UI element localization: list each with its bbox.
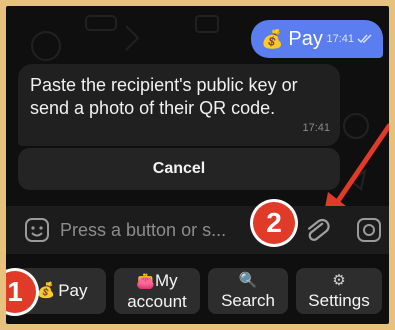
- cancel-button-label: Cancel: [152, 160, 206, 177]
- keyboard-button-my-account[interactable]: 👛My account: [114, 268, 200, 314]
- money-bag-icon: 💰: [36, 282, 56, 299]
- sticker-icon[interactable]: [24, 217, 50, 243]
- received-message: Paste the recipient's public key or send…: [18, 64, 340, 146]
- received-message-time: 17:41: [302, 122, 330, 134]
- keyboard-button-settings[interactable]: ⚙ Settings: [296, 268, 382, 314]
- sent-message-meta: 17:41: [326, 33, 373, 45]
- keyboard-button-settings-label: Settings: [308, 291, 370, 310]
- keyboard-button-my-account-line1: 👛My: [136, 270, 178, 290]
- camera-icon[interactable]: [356, 217, 382, 243]
- keyboard-button-search-label: Search: [221, 291, 275, 310]
- magnifier-icon: 🔍: [238, 272, 258, 289]
- paperclip-icon[interactable]: [304, 215, 330, 245]
- chat-window: 💰 Pay 17:41 Paste the recipient's public…: [6, 6, 389, 324]
- money-bag-icon: 💰: [261, 28, 284, 49]
- annotation-badge-2: 2: [253, 202, 295, 244]
- sent-message-time: 17:41: [326, 33, 354, 45]
- gear-icon: ⚙: [332, 272, 346, 289]
- sent-message-pay[interactable]: 💰 Pay 17:41: [251, 20, 383, 58]
- purse-icon: 👛: [136, 272, 155, 290]
- sent-message-text: Pay: [288, 27, 323, 50]
- cancel-button[interactable]: Cancel: [18, 148, 340, 190]
- message-input-bar: Press a button or s...: [6, 206, 389, 254]
- message-input[interactable]: Press a button or s...: [60, 220, 226, 241]
- keyboard-button-pay-label: Pay: [58, 281, 88, 300]
- received-message-text: Paste the recipient's public key or send…: [30, 75, 298, 118]
- double-check-icon: [357, 34, 372, 44]
- keyboard-button-my-account-line2: account: [127, 291, 187, 311]
- keyboard-button-search[interactable]: 🔍 Search: [208, 268, 288, 314]
